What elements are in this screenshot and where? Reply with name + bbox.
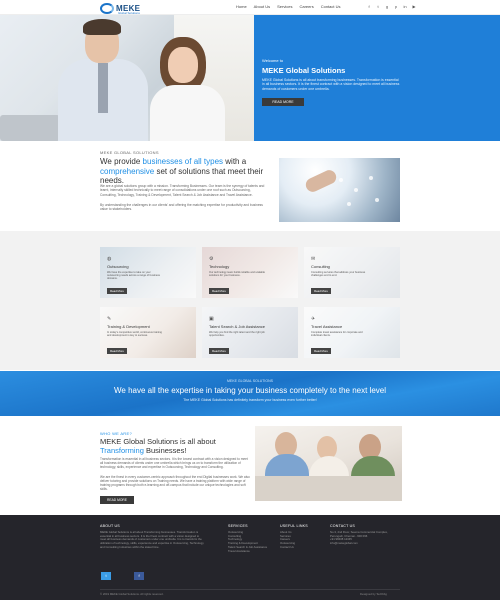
banner-heading: We have all the expertise in taking your… (114, 386, 386, 395)
pinterest-icon[interactable]: p (393, 4, 399, 10)
banner-subtitle: The MEKE Global Solutions has definitely… (183, 398, 317, 402)
who-kicker: WHO WE ARE? (100, 431, 132, 436)
hero-business-people-image (0, 15, 254, 141)
nav-careers[interactable]: Careers (299, 4, 313, 9)
footer-service-link[interactable]: Travel Assistance (228, 549, 267, 554)
nav-services[interactable]: Services (277, 4, 292, 9)
hero-read-more-button[interactable]: READ MORE (262, 98, 304, 106)
intro-kicker: MEKE GLOBAL SOLUTIONS (100, 150, 159, 155)
briefcase-icon: ▣ (209, 316, 214, 322)
intro-heading: We provide businesses of all types with … (100, 157, 264, 185)
intro-paragraph-2: By understanding the challenges in our c… (100, 203, 263, 212)
facebook-icon[interactable]: f (366, 4, 372, 10)
service-card-outsourcing: ◍ Outsourcing We have the expertise to t… (100, 247, 196, 298)
service-read-more-button[interactable]: Read More (311, 348, 331, 354)
footer-divider (100, 589, 400, 590)
service-description: In today's competitive world, continuous… (107, 331, 162, 338)
hero-description: MEKE Global Solutions is all about trans… (262, 78, 400, 91)
service-read-more-button[interactable]: Read More (209, 348, 229, 354)
service-title: Outsourcing (107, 264, 129, 269)
service-title: Training & Development (107, 324, 150, 329)
footer-contact-info: No.3, 2nd Floor, Seema Commercial Comple… (330, 530, 400, 546)
service-description: We have the expertise to take on your ou… (107, 271, 160, 281)
brand-logo[interactable]: MEKE Global Solutions (100, 2, 140, 15)
plane-icon: ✈ (311, 316, 316, 322)
service-card-technology: ⚙ Technology Our technology team builds … (202, 247, 298, 298)
footer-about-text: MEKE Global Solutions is all about Trans… (100, 530, 204, 549)
twitter-icon[interactable]: t (101, 572, 111, 580)
logo-icon (100, 2, 114, 14)
banner-kicker: MEKE GLOBAL SOLUTIONS (227, 379, 273, 383)
hero-welcome: Welcome to (262, 58, 284, 63)
service-card-consulting: ✉ Consulting Consulting services that ad… (304, 247, 400, 298)
service-title: Consulting (311, 264, 330, 269)
globe-icon: ◍ (107, 256, 112, 262)
intro-touchscreen-image (279, 158, 400, 222)
who-heading: MEKE Global Solutions is all about Trans… (100, 437, 216, 455)
main-nav: Home About Us Services Careers Contact U… (236, 4, 341, 9)
footer-email[interactable]: info@mekeglobal.com (330, 541, 400, 546)
google-plus-icon[interactable]: g (384, 4, 390, 10)
service-title: Technology (209, 264, 230, 269)
service-description: Consulting services that address your bu… (311, 271, 366, 278)
who-team-meeting-image (255, 426, 402, 501)
hero-title: MEKE Global Solutions (262, 66, 346, 75)
service-description: Our technology team builds reliable and … (209, 271, 265, 278)
footer-contact-title: CONTACT US (330, 524, 356, 528)
nav-about-us[interactable]: About Us (254, 4, 270, 9)
expertise-banner: MEKE GLOBAL SOLUTIONS We have all the ex… (0, 371, 500, 416)
service-description: We help you find the right talent and th… (209, 331, 265, 338)
site-footer: ABOUT US MEKE Global Solutions is all ab… (0, 515, 500, 600)
footer-services-title: SERVICES (228, 524, 248, 528)
facebook-icon[interactable]: f (134, 572, 144, 580)
footer-services-list: Outsourcing Consulting Technology Traini… (228, 530, 267, 554)
service-read-more-button[interactable]: Read More (311, 288, 331, 294)
service-card-training: ✎ Training & Development In today's comp… (100, 307, 196, 358)
service-description: Complete travel assistance for corporate… (311, 331, 363, 338)
service-title: Talent Search & Job Assistance (209, 324, 266, 329)
footer-copyright: © 2019 MEKE Global Solutions. All rights… (100, 592, 164, 596)
book-icon: ✎ (107, 316, 112, 322)
twitter-icon[interactable]: t (375, 4, 381, 10)
nav-contact-us[interactable]: Contact Us (321, 4, 341, 9)
hero-text-panel: Welcome to MEKE Global Solutions MEKE Gl… (254, 15, 500, 141)
footer-credit[interactable]: Designed by Techbbg (360, 592, 387, 596)
services-section: ◍ Outsourcing We have the expertise to t… (0, 231, 500, 370)
footer-about-title: ABOUT US (100, 524, 120, 528)
footer-links-list: About Us Services Careers Outsourcing Co… (280, 530, 295, 550)
service-card-talent-search: ▣ Talent Search & Job Assistance We help… (202, 307, 298, 358)
linkedin-icon[interactable]: in (402, 4, 408, 10)
service-card-travel: ✈ Travel Assistance Complete travel assi… (304, 307, 400, 358)
who-read-more-button[interactable]: READ MORE (100, 496, 134, 504)
who-paragraph-2: We are the finest in every customer-cent… (100, 475, 250, 491)
service-read-more-button[interactable]: Read More (107, 288, 127, 294)
intro-paragraph-1: We are a global solutions group with a m… (100, 184, 265, 197)
service-title: Travel Assistance (311, 324, 343, 329)
youtube-icon[interactable]: ▶ (411, 4, 417, 10)
chat-icon: ✉ (311, 256, 316, 262)
hero-section: Welcome to MEKE Global Solutions MEKE Gl… (0, 15, 500, 141)
nav-home[interactable]: Home (236, 4, 247, 9)
who-paragraph-1: Transformation is essential in all busin… (100, 457, 248, 469)
social-links: f t g p in ▶ (366, 4, 417, 10)
top-navigation-bar: MEKE Global Solutions Home About Us Serv… (0, 0, 500, 15)
gear-icon: ⚙ (209, 256, 214, 262)
service-read-more-button[interactable]: Read More (107, 348, 127, 354)
footer-useful-link[interactable]: Contact Us (280, 545, 295, 550)
service-read-more-button[interactable]: Read More (209, 288, 229, 294)
footer-links-title: USEFUL LINKS (280, 524, 308, 528)
